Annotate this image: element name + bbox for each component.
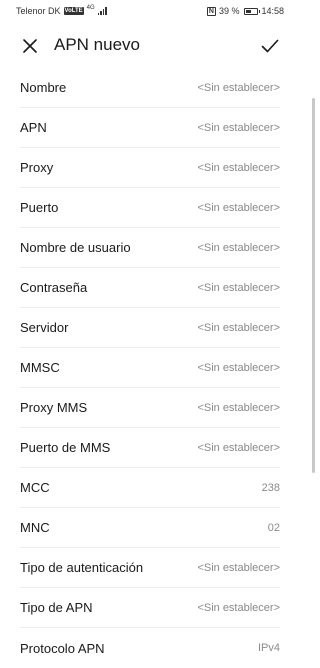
field-value: <Sin establecer> bbox=[197, 561, 280, 574]
field-label: Proxy MMS bbox=[20, 400, 88, 415]
apn-field-row[interactable]: Nombre de usuario <Sin establecer> bbox=[20, 228, 280, 268]
field-value: <Sin establecer> bbox=[197, 241, 280, 254]
volte-badge: VoLTE bbox=[63, 7, 84, 15]
close-button[interactable] bbox=[18, 34, 42, 58]
battery-fill bbox=[246, 9, 252, 13]
field-value: <Sin establecer> bbox=[197, 81, 280, 94]
field-value: IPv4 bbox=[257, 642, 280, 654]
battery-percent: 39 % bbox=[218, 6, 240, 16]
clock: 14:58 bbox=[261, 6, 284, 16]
field-value: <Sin establecer> bbox=[197, 201, 280, 214]
field-label: Contraseña bbox=[20, 280, 88, 295]
page-title: APN nuevo bbox=[54, 35, 140, 54]
field-label: Tipo de APN bbox=[20, 600, 93, 615]
status-bar: Telenor DK VoLTE 4G N 39 % 14:58 bbox=[0, 0, 300, 22]
apn-field-row[interactable]: Tipo de autenticación <Sin establecer> bbox=[20, 548, 280, 588]
field-value: <Sin establecer> bbox=[197, 441, 280, 454]
field-value: <Sin establecer> bbox=[197, 281, 280, 294]
apn-field-row[interactable]: Puerto de MMS <Sin establecer> bbox=[20, 428, 280, 468]
field-label: Puerto de MMS bbox=[20, 440, 111, 455]
save-button[interactable] bbox=[258, 34, 282, 58]
field-label: Servidor bbox=[20, 320, 69, 335]
field-label: Nombre bbox=[20, 80, 67, 95]
field-value: <Sin establecer> bbox=[197, 601, 280, 614]
network-type: 4G bbox=[86, 5, 95, 11]
field-value: <Sin establecer> bbox=[197, 361, 280, 374]
field-value: <Sin establecer> bbox=[197, 321, 280, 334]
carrier-name: Telenor DK bbox=[16, 6, 61, 16]
signal-icon bbox=[97, 7, 107, 15]
apn-settings-list: Nombre <Sin establecer> APN <Sin establecer… bbox=[0, 68, 300, 668]
apn-field-row[interactable]: Protocolo APN IPv4 bbox=[20, 628, 280, 668]
apn-field-row[interactable]: MNC 02 bbox=[20, 508, 280, 548]
field-label: MNC bbox=[20, 520, 50, 535]
battery-icon bbox=[244, 7, 261, 15]
apn-field-row[interactable]: APN <Sin establecer> bbox=[20, 108, 280, 148]
apn-field-row[interactable]: Proxy <Sin establecer> bbox=[20, 148, 280, 188]
apn-field-row[interactable]: MCC 238 bbox=[20, 468, 280, 508]
field-value: <Sin establecer> bbox=[197, 121, 280, 134]
apn-field-row[interactable]: Tipo de APN <Sin establecer> bbox=[20, 588, 280, 628]
close-icon bbox=[23, 39, 37, 53]
field-label: Tipo de autenticación bbox=[20, 560, 144, 575]
apn-field-row[interactable]: Proxy MMS <Sin establecer> bbox=[20, 388, 280, 428]
field-label: Nombre de usuario bbox=[20, 240, 131, 255]
field-label: MMSC bbox=[20, 360, 60, 375]
app-bar: APN nuevo bbox=[0, 22, 300, 68]
field-label: Proxy bbox=[20, 160, 54, 175]
check-icon bbox=[261, 39, 279, 53]
apn-field-row[interactable]: Puerto <Sin establecer> bbox=[20, 188, 280, 228]
apn-field-row[interactable]: Nombre <Sin establecer> bbox=[20, 68, 280, 108]
status-right: N 39 % 14:58 bbox=[206, 6, 284, 16]
field-value: 02 bbox=[267, 521, 280, 534]
field-value: <Sin establecer> bbox=[197, 161, 280, 174]
scrollbar[interactable] bbox=[312, 98, 315, 473]
field-label: MCC bbox=[20, 480, 50, 495]
nfc-icon: N bbox=[206, 6, 216, 16]
apn-field-row[interactable]: Contraseña <Sin establecer> bbox=[20, 268, 280, 308]
field-value: <Sin establecer> bbox=[197, 401, 280, 414]
field-label: APN bbox=[20, 120, 47, 135]
status-left: Telenor DK VoLTE 4G bbox=[16, 5, 107, 16]
field-label: Puerto bbox=[20, 200, 59, 215]
field-value: 238 bbox=[261, 481, 280, 494]
apn-field-row[interactable]: Servidor <Sin establecer> bbox=[20, 308, 280, 348]
apn-field-row[interactable]: MMSC <Sin establecer> bbox=[20, 348, 280, 388]
field-label: Protocolo APN bbox=[20, 640, 105, 656]
